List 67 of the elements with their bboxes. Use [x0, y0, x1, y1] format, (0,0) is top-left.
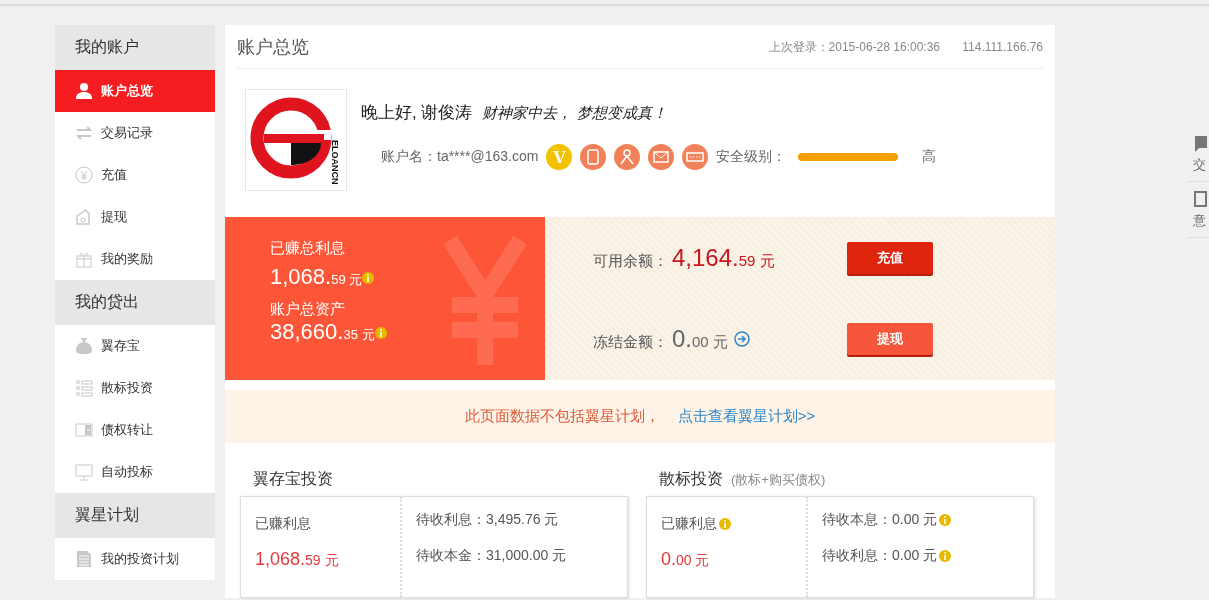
slogan: 财神家中去， 梦想变成真！ [482, 104, 668, 124]
side-tab[interactable]: 意 [1187, 182, 1209, 238]
earned-amount: 1,068.59 元 [255, 549, 340, 570]
person-icon [614, 144, 641, 171]
sidebar-item[interactable]: 交易记录 [55, 112, 215, 154]
arrow-right-icon[interactable] [733, 331, 750, 348]
greeting: 晚上好, 谢俊涛 [361, 102, 473, 125]
sidebar-heading: 我的账户 [55, 25, 215, 70]
earned-amount: 1,068.59 元 [270, 263, 363, 290]
transfer-icon [75, 421, 93, 439]
user-icon [75, 82, 93, 100]
earned-label: 已赚利息 [661, 515, 717, 533]
available-amount: 4,164.59 元 [672, 243, 775, 272]
section-subtitle: (散标+购买债权) [731, 471, 826, 489]
earned-label: 已赚利息 [255, 515, 311, 533]
security-label: 安全级别： [716, 148, 787, 167]
sidebar-item[interactable]: 债权转让 [55, 409, 215, 451]
mail-icon [648, 144, 675, 171]
sidebar-item[interactable]: 我的奖励 [55, 238, 215, 280]
notice-text: 此页面数据不包括翼星计划， [464, 407, 660, 427]
monitor-icon [75, 463, 93, 481]
sidebar-heading: 翼星计划 [55, 493, 215, 538]
assets-amount: 38,660.35 元 [270, 318, 375, 345]
side-tab[interactable]: 交 [1187, 126, 1209, 182]
recharge-button[interactable]: 充值 [847, 241, 933, 274]
available-label: 可用余额： [593, 251, 668, 271]
yen-icon [75, 166, 93, 184]
password-icon [682, 144, 709, 171]
sidebar-item[interactable]: 我的投资计划 [55, 538, 215, 580]
sidebar-item[interactable]: 充值 [55, 154, 215, 196]
security-value: 高 [922, 148, 937, 167]
info-icon [362, 271, 375, 284]
sidebar-item[interactable]: 散标投资 [55, 367, 215, 409]
section-title: 翼存宝投资 [253, 469, 333, 489]
yen-icon [440, 234, 530, 365]
vip-badge: V [546, 144, 573, 171]
money-bag-icon [75, 337, 93, 355]
note-icon [1193, 189, 1207, 208]
sidebar-item[interactable]: 翼存宝 [55, 325, 215, 367]
notice-link[interactable]: 点击查看翼星计划>> [677, 407, 816, 427]
phone-icon [580, 144, 607, 171]
wallet-icon [75, 208, 93, 226]
gift-icon [75, 250, 93, 268]
sidebar-item[interactable]: 账户总览 [55, 70, 215, 112]
list-icon [75, 379, 93, 397]
info-icon [374, 326, 387, 339]
login-ip: 114.111.166.76 [962, 40, 1043, 55]
assets-label: 账户总资产 [270, 299, 346, 319]
section-title: 散标投资 [659, 469, 723, 489]
pending-amount: 待收利息：0.00 元 [822, 547, 938, 565]
last-login: 上次登录：2015-06-28 16:00:36 [768, 40, 940, 55]
pending-amount: 待收本金：31,000.00 元 [416, 547, 567, 565]
frozen-label: 冻结金额： [593, 333, 668, 353]
sidebar-item[interactable]: 自动投标 [55, 451, 215, 493]
frozen-amount: 0.00 元 [672, 325, 728, 354]
company-logo: ELOANCN [245, 89, 347, 192]
swap-icon [75, 124, 93, 142]
chat-icon [1193, 133, 1207, 152]
sidebar-item[interactable]: 提现 [55, 196, 215, 238]
document-icon [75, 550, 93, 568]
sidebar-heading: 我的贷出 [55, 280, 215, 325]
pending-amount: 待收本息：0.00 元 [822, 511, 938, 529]
pending-amount: 待收利息：3,495.76 元 [416, 511, 559, 529]
account-name: 账户名：ta****@163.com [381, 148, 539, 167]
earned-label: 已赚总利息 [270, 238, 346, 258]
earned-amount: 0.00 元 [661, 549, 711, 570]
page-title: 账户总览 [237, 35, 309, 59]
